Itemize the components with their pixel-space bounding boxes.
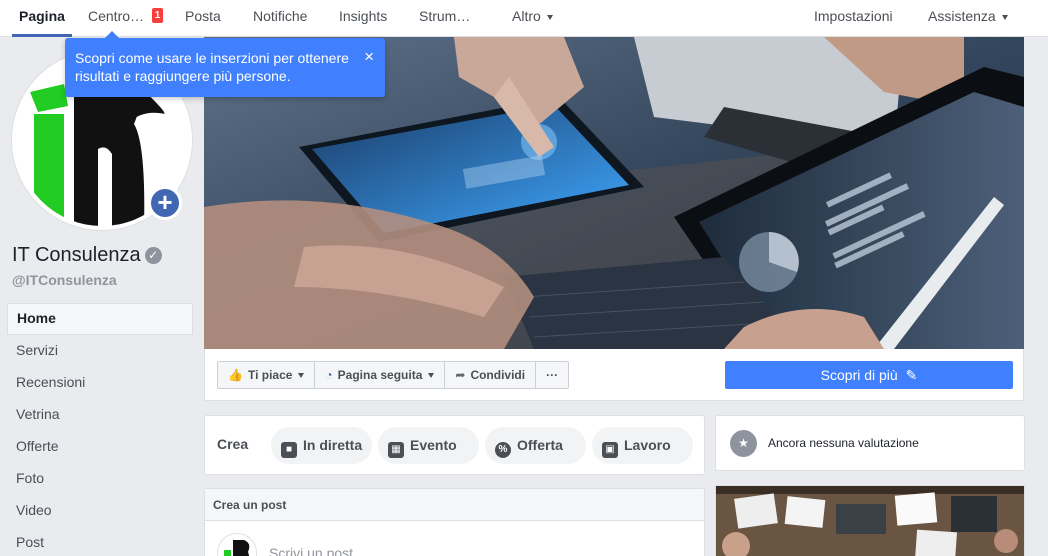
reviews-status: Ancora nessuna valutazione — [768, 436, 919, 450]
share-label: Condividi — [470, 368, 526, 382]
page-handle[interactable]: @ITConsulenza — [12, 272, 117, 288]
tab-centro[interactable]: Centro… 1 — [88, 0, 164, 37]
tab-label: Insights — [339, 8, 388, 24]
tab-label: Posta — [185, 8, 221, 24]
page-action-bar: 👍 Ti piace ◔ Pagina seguita ➦ Condividi … — [204, 349, 1024, 401]
chevron-down-icon — [1001, 14, 1008, 20]
tab-label: Impostazioni — [814, 8, 893, 24]
tab-pagina[interactable]: Pagina — [12, 0, 72, 37]
reviews-card[interactable]: ★ Ancora nessuna valutazione — [715, 415, 1025, 471]
share-arrow-icon: ➦ — [455, 368, 466, 382]
create-card: Crea ■ In diretta ▦ Evento % Offerta ▣ Lavor… — [204, 415, 705, 475]
tab-label: Centro… — [88, 8, 145, 24]
more-label: ··· — [546, 368, 559, 382]
like-label: Ti piace — [247, 368, 293, 382]
side-nav-home[interactable]: Home — [7, 303, 193, 335]
pill-label: In diretta — [303, 437, 363, 453]
rss-icon: ◔ — [325, 368, 333, 382]
create-post-card: Crea un post Scrivi un post... — [204, 488, 705, 556]
like-button[interactable]: 👍 Ti piace — [218, 362, 316, 388]
create-post-header: Crea un post — [205, 489, 704, 521]
check-icon: ✓ — [144, 247, 162, 264]
tab-label: Altro — [512, 8, 541, 24]
thumbs-up-icon: 👍 — [228, 368, 243, 382]
pill-label: Evento — [410, 437, 457, 453]
follow-label: Pagina seguita — [337, 368, 423, 382]
create-label: Crea — [217, 436, 249, 452]
share-button[interactable]: ➦ Condividi — [445, 362, 537, 388]
job-button[interactable]: ▣ Lavoro — [592, 427, 693, 464]
side-nav-offerte[interactable]: Offerte — [7, 431, 193, 463]
side-nav: Home Servizi Recensioni Vetrina Offerte … — [7, 303, 193, 556]
settings-link[interactable]: Impostazioni — [814, 0, 893, 37]
follow-button[interactable]: ◔ Pagina seguita — [315, 362, 446, 388]
chevron-down-icon — [428, 372, 435, 378]
star-icon: ★ — [730, 430, 757, 457]
side-nav-foto[interactable]: Foto — [7, 463, 193, 495]
live-video-button[interactable]: ■ In diretta — [271, 427, 372, 464]
avatar — [217, 533, 257, 556]
post-input[interactable]: Scrivi un post... — [269, 545, 365, 556]
calendar-icon: ▦ — [388, 442, 404, 458]
percent-icon: % — [495, 442, 511, 458]
tab-label: Pagina — [19, 8, 65, 24]
tab-posta[interactable]: Posta — [185, 0, 221, 37]
tab-insights[interactable]: Insights — [339, 0, 387, 37]
pill-label: Offerta — [517, 437, 563, 453]
learn-more-button[interactable]: Scopri di più ✎ — [725, 361, 1013, 389]
notification-badge: 1 — [152, 8, 164, 23]
video-camera-icon: ■ — [281, 442, 297, 458]
page-title: IT Consulenza ✓ — [12, 244, 162, 267]
meeting-image — [716, 486, 1024, 556]
chevron-down-icon — [298, 372, 305, 378]
tab-label: Notifiche — [253, 8, 308, 24]
offer-button[interactable]: % Offerta — [485, 427, 586, 464]
tooltip-text: Scopri come usare le inserzioni per otte… — [75, 50, 349, 84]
ads-tooltip: Scopri come usare le inserzioni per otte… — [65, 31, 385, 97]
close-icon[interactable]: × — [364, 48, 374, 66]
add-photo-button[interactable]: + — [148, 186, 182, 220]
help-menu[interactable]: Assistenza — [928, 0, 1008, 37]
side-nav-video[interactable]: Video — [7, 495, 193, 527]
side-nav-servizi[interactable]: Servizi — [7, 335, 193, 367]
tab-label: Strum… — [419, 8, 471, 24]
briefcase-icon: ▣ — [602, 442, 618, 458]
page-name-text: IT Consulenza — [12, 244, 141, 266]
chevron-down-icon — [546, 14, 553, 20]
pill-label: Lavoro — [624, 437, 671, 453]
more-options-button[interactable]: ··· — [536, 362, 568, 388]
tab-label: Assistenza — [928, 8, 996, 24]
side-nav-recensioni[interactable]: Recensioni — [7, 367, 193, 399]
event-button[interactable]: ▦ Evento — [378, 427, 479, 464]
tab-notifiche[interactable]: Notifiche — [253, 0, 307, 37]
page-actions-group: 👍 Ti piace ◔ Pagina seguita ➦ Condividi … — [217, 361, 570, 389]
page-tabs-bar: Pagina Centro… 1 Posta Notifiche Insights… — [0, 0, 1048, 37]
pencil-icon: ✎ — [905, 367, 918, 383]
side-nav-vetrina[interactable]: Vetrina — [7, 399, 193, 431]
photo-preview[interactable] — [715, 485, 1025, 556]
learn-more-label: Scopri di più — [820, 367, 898, 383]
it-logo-icon — [218, 534, 256, 556]
tab-strumenti[interactable]: Strum… — [419, 0, 470, 37]
tab-altro[interactable]: Altro — [512, 0, 553, 37]
side-nav-post[interactable]: Post — [7, 527, 193, 556]
